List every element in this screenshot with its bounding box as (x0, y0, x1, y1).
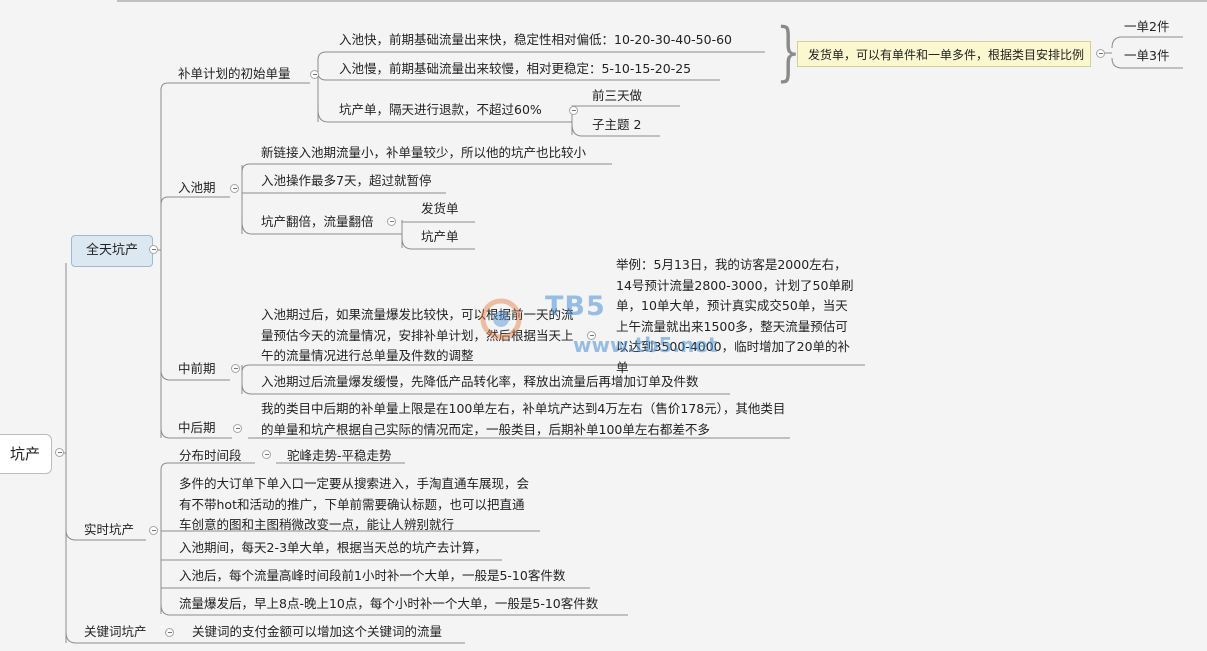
realtime-dist-value[interactable]: 驼峰走势-平稳走势 (287, 446, 392, 466)
branch-realtime-label[interactable]: 实时坑产 (84, 520, 134, 540)
realtime-dist-label[interactable]: 分布时间段 (179, 446, 242, 466)
midfront-example[interactable]: 举例：5月13日，我的访客是2000左右，14号预计流量2800-3000，计划… (616, 255, 856, 378)
branch-midfront-label[interactable]: 中前期 (178, 359, 216, 379)
initial-item-1[interactable]: 入池快，前期基础流量出来快，稳定性相对偏低：10-20-30-40-50-60 (339, 30, 732, 50)
note-child-2[interactable]: 一单3件 (1124, 46, 1169, 66)
collapse-toggle-initial[interactable] (310, 70, 319, 79)
pool-sub-2[interactable]: 坑产单 (421, 227, 459, 247)
collapse-toggle-main[interactable] (149, 245, 158, 254)
branch-pool-label[interactable]: 入池期 (178, 178, 216, 198)
initial-item-3[interactable]: 坑产单，隔天进行退款，不超过60% (339, 100, 542, 120)
initial-item-2[interactable]: 入池慢，前期基础流量出来较慢，相对更稳定：5-10-15-20-25 (339, 59, 691, 79)
realtime-item-4[interactable]: 流量爆发后，早上8点-晚上10点，每个小时补一个大单，一般是5-10客件数 (179, 594, 598, 614)
main-topic-node[interactable]: 全天坑产 (71, 235, 153, 267)
initial-sub-2[interactable]: 子主题 2 (592, 115, 641, 135)
keyword-text[interactable]: 关键词的支付金额可以增加这个关键词的流量 (192, 622, 442, 642)
pool-item-1[interactable]: 新链接入池期流量小，补单量较少，所以他的坑产也比较小 (261, 143, 586, 163)
summary-note[interactable]: 发货单，可以有单件和一单多件，根据类目安排比例 (797, 41, 1091, 67)
collapse-toggle-keyword[interactable] (165, 628, 174, 637)
midlate-text[interactable]: 我的类目中后期的补单量上限是在100单左右，补单坑产达到4万左右（售价178元）… (261, 399, 791, 440)
collapse-toggle-pool-3[interactable] (387, 217, 396, 226)
realtime-item-1[interactable]: 多件的大订单下单入口一定要从搜索进入，手淘直通车展现，会有不带hot和活动的推广… (179, 474, 531, 536)
realtime-item-2[interactable]: 入池期间，每天2-3单大单，根据当天总的坑产去计算， (179, 538, 487, 558)
collapse-toggle-realtime[interactable] (149, 526, 158, 535)
watermark-brand: TB5 (545, 291, 606, 322)
midfront-item-1[interactable]: 入池期过后，如果流量爆发比较快，可以根据前一天的流量预估今天的流量情况，安排补单… (261, 305, 579, 367)
watermark-logo-icon (480, 298, 522, 340)
pool-item-3[interactable]: 坑产翻倍，流量翻倍 (261, 212, 374, 232)
collapse-toggle-note[interactable] (1096, 49, 1105, 58)
branch-keyword-label[interactable]: 关键词坑产 (84, 622, 147, 642)
midfront-item-2[interactable]: 入池期过后流量爆发缓慢，先降低产品转化率，释放出流量后再增加订单及件数 (261, 372, 699, 392)
initial-sub-1[interactable]: 前三天做 (592, 86, 642, 106)
root-node[interactable]: 坑产 (0, 434, 52, 474)
collapse-toggle-midlate[interactable] (233, 424, 242, 433)
branch-midlate-label[interactable]: 中后期 (178, 418, 216, 438)
collapse-toggle-dist[interactable] (262, 450, 271, 459)
watermark-site: www.tb5.net (573, 333, 718, 357)
note-child-1[interactable]: 一单2件 (1124, 17, 1169, 37)
realtime-item-3[interactable]: 入池后，每个流量高峰时间段前1小时补一个大单，一般是5-10客件数 (179, 566, 565, 586)
collapse-toggle-initial-3[interactable] (569, 106, 578, 115)
collapse-toggle-pool[interactable] (230, 184, 239, 193)
pool-item-2[interactable]: 入池操作最多7天，超过就暂停 (261, 171, 431, 191)
branch-initial-label[interactable]: 补单计划的初始单量 (178, 64, 291, 84)
pool-sub-1[interactable]: 发货单 (421, 199, 459, 219)
collapse-toggle-root[interactable] (55, 448, 64, 457)
collapse-toggle-midfront[interactable] (231, 364, 240, 373)
